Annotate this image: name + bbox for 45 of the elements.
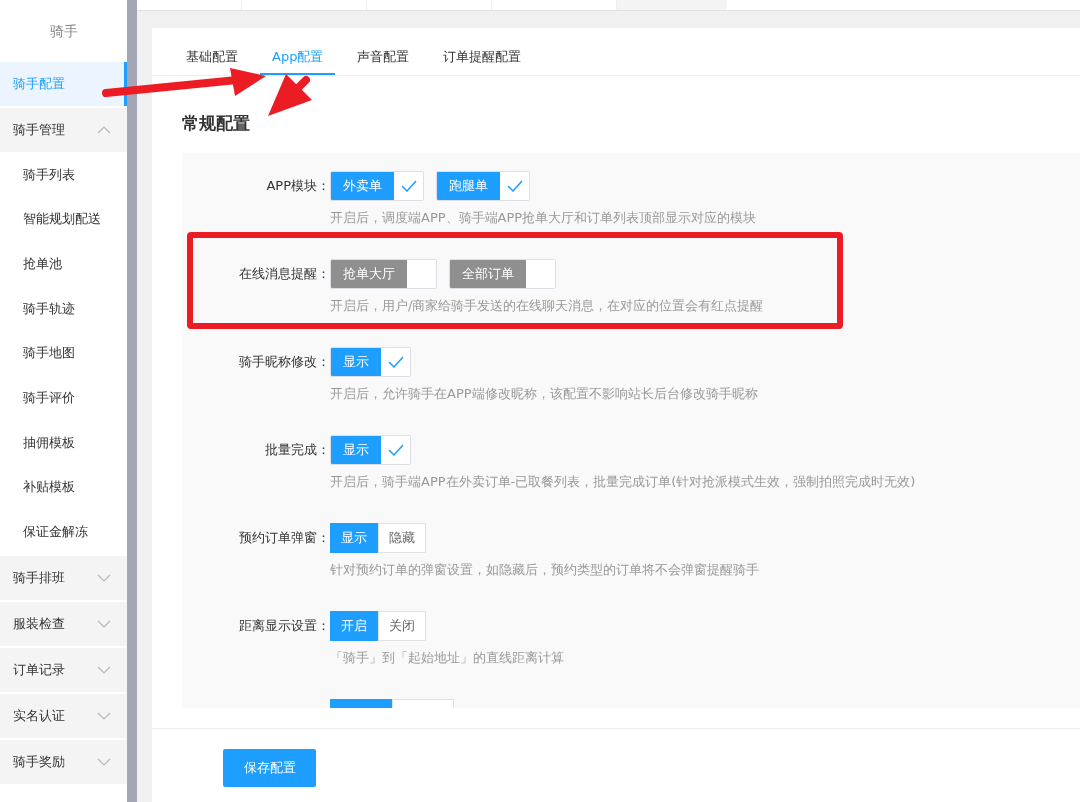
chevron-down-icon bbox=[97, 574, 111, 583]
field-label: APP模块： bbox=[266, 176, 330, 195]
field-label: 在线消息提醒： bbox=[239, 264, 330, 283]
chevron-down-icon bbox=[97, 620, 111, 629]
sidebar-subitem[interactable]: 补贴模板 bbox=[0, 464, 127, 510]
section-title: 常规配置 bbox=[182, 112, 251, 135]
sidebar-title: 骑手 bbox=[48, 21, 79, 41]
hint-text: 开启后，允许骑手在APP端修改昵称，该配置不影响站长后台修改骑手昵称 bbox=[330, 384, 758, 403]
check-icon bbox=[387, 443, 404, 456]
sidebar-group[interactable]: 骑手排班 bbox=[0, 556, 127, 601]
chevron-down-icon bbox=[97, 666, 111, 675]
sidebar-subitem[interactable]: 智能规划配送 bbox=[0, 196, 127, 242]
sidebar-group[interactable]: 骑手管理 bbox=[0, 108, 127, 152]
sidebar-subitem[interactable]: 抽佣模板 bbox=[0, 420, 127, 465]
sidebar-group[interactable]: 订单记录 bbox=[0, 648, 127, 693]
sidebar-group[interactable]: 实名认证 bbox=[0, 694, 127, 739]
field-label: 预约订单弹窗： bbox=[239, 528, 330, 547]
sidebar-subitem[interactable]: 抢单池 bbox=[0, 241, 127, 287]
hint-text: 针对预约订单的弹窗设置，如隐藏后，预约类型的订单将不会弹窗提醒骑手 bbox=[330, 560, 759, 579]
scrollbar[interactable] bbox=[127, 0, 137, 802]
hint-text: 开启后，用户/商家给骑手发送的在线聊天消息，在对应的位置会有红点提醒 bbox=[330, 296, 764, 315]
sidebar-group[interactable]: 服装检查 bbox=[0, 602, 127, 647]
check-icon bbox=[506, 179, 523, 192]
option-button[interactable]: 关闭 bbox=[378, 610, 426, 641]
field-label: 批量完成： bbox=[265, 440, 330, 459]
hint-text: 开启后，骑手端APP在外卖订单-已取餐列表，批量完成订单(针对抢派模式生效，强制拍照完成时无效) bbox=[330, 472, 916, 491]
chevron-down-icon bbox=[97, 712, 111, 721]
chevron-down-icon bbox=[97, 758, 111, 767]
sidebar-group[interactable]: 骑手奖励 bbox=[0, 740, 127, 785]
sidebar-subitem[interactable]: 骑手评价 bbox=[0, 375, 127, 421]
field-label: 骑手昵称修改： bbox=[239, 352, 330, 371]
option-button[interactable]: 隐藏 bbox=[378, 522, 426, 553]
hint-text: 开启后，调度端APP、骑手端APP抢单大厅和订单列表顶部显示对应的模块 bbox=[330, 208, 757, 227]
check-icon bbox=[387, 355, 404, 368]
check-icon bbox=[400, 179, 417, 192]
sidebar-subitem[interactable]: 骑手列表 bbox=[0, 152, 127, 197]
tab[interactable]: 声音配置 bbox=[345, 46, 422, 75]
field-label: 距离显示设置： bbox=[239, 616, 330, 635]
hint-text: 「骑手」到「起始地址」的直线距离计算 bbox=[330, 648, 564, 667]
tab[interactable]: 基础配置 bbox=[174, 46, 250, 75]
sidebar-subitem[interactable]: 骑手轨迹 bbox=[0, 286, 127, 331]
sidebar-subitem[interactable]: 骑手地图 bbox=[0, 330, 127, 376]
sidebar-subitem[interactable]: 保证金解冻 bbox=[0, 509, 127, 555]
chevron-up-icon bbox=[97, 126, 111, 134]
tab[interactable]: 订单提醒配置 bbox=[431, 46, 534, 75]
